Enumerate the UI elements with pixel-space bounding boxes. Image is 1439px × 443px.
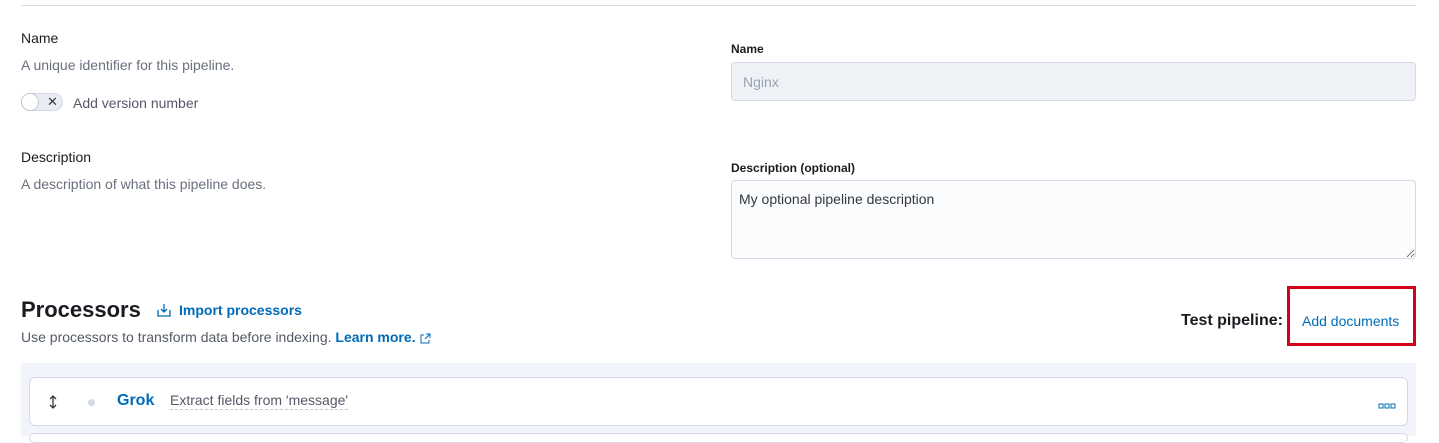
name-section-description: A unique identifier for this pipeline. — [21, 57, 235, 73]
description-field-label: Description (optional) — [731, 161, 855, 175]
processor-description[interactable]: Extract fields from 'message' — [170, 392, 349, 410]
learn-more-link[interactable]: Learn more. — [335, 329, 415, 345]
description-section-description: A description of what this pipeline does… — [21, 176, 267, 192]
external-link-icon — [419, 332, 431, 344]
processor-item-next — [29, 433, 1408, 443]
processor-name-link[interactable]: Grok — [117, 392, 154, 410]
top-divider — [21, 5, 1416, 6]
drag-handle-icon[interactable] — [46, 394, 60, 410]
name-section-title: Name — [21, 30, 59, 46]
import-processors-label: Import processors — [179, 302, 302, 318]
more-actions-icon[interactable] — [1378, 397, 1396, 409]
processors-subtitle-text: Use processors to transform data before … — [21, 329, 332, 345]
close-icon: ✕ — [47, 94, 58, 109]
description-field[interactable]: My optional pipeline description — [731, 180, 1416, 259]
name-field[interactable] — [731, 62, 1416, 101]
test-pipeline-label: Test pipeline: — [1181, 312, 1283, 329]
toggle-knob — [21, 93, 39, 111]
version-number-toggle-label[interactable]: Add version number — [73, 95, 198, 111]
name-field-label: Name — [731, 42, 764, 56]
import-icon — [156, 302, 172, 318]
processors-title: Processors — [21, 297, 141, 322]
version-number-toggle[interactable]: ✕ — [21, 93, 63, 111]
status-dot-icon — [88, 399, 95, 406]
description-section-title: Description — [21, 149, 92, 165]
add-documents-button[interactable]: Add documents — [1302, 313, 1399, 329]
import-processors-button[interactable]: Import processors — [156, 302, 302, 318]
processors-subtitle: Use processors to transform data before … — [21, 329, 431, 345]
